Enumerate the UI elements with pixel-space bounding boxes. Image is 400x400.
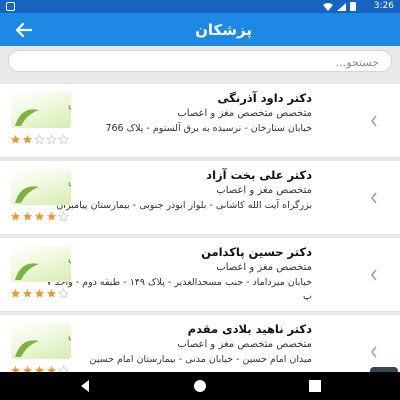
leaf-icon (15, 340, 39, 357)
chevron-left-icon (371, 192, 377, 204)
logo-graphic: آنسین (15, 97, 71, 126)
clinic-logo: آنسین (11, 246, 71, 282)
doctor-card[interactable]: دکتر علی بخت آزاد متخصص مغز و اعصاب بزرگ… (0, 161, 400, 235)
leaf-icon (15, 263, 39, 280)
chevron-left-icon (371, 269, 377, 281)
doctor-address: خیابان میرداماد - جنب مسجدالغدیر - پلاک … (46, 277, 313, 302)
logo-graphic: آنسین (15, 174, 71, 203)
search-input[interactable] (9, 52, 391, 73)
search-bar[interactable] (8, 50, 392, 73)
doctor-address: میدان امام حسین - خیابان مدنی - بیمارستا… (89, 354, 312, 365)
notification-icon (6, 2, 15, 11)
logo-text: آنسین (68, 251, 71, 264)
signal-icon (337, 2, 346, 11)
clinic-logo: آنسین (11, 169, 71, 205)
doctor-name: دکتر علی بخت آزاد (206, 168, 312, 182)
logo-graphic: آنسین (15, 328, 71, 357)
page-title: پزشکان (195, 21, 252, 39)
back-arrow-icon[interactable] (14, 20, 34, 40)
doctor-info: دکتر حسین پاکدامن متخصص مغز و اعصاب خیاب… (44, 244, 313, 304)
doctor-specialty: متخصص متخصص مغز و اعصاب (177, 339, 312, 350)
status-time: 3:26 (373, 1, 394, 11)
doctor-card[interactable]: دکتر داود آذرنگی متخصص متخصص مغز و اعصاب… (0, 84, 400, 158)
star-empty-icon (34, 134, 45, 145)
doctor-address: بزرگراه آیت الله کاشانی - بلوار ابوذر جن… (56, 200, 312, 211)
rating-stars (10, 211, 69, 222)
clinic-logo: آنسین (11, 92, 71, 128)
wifi-icon (323, 2, 333, 11)
clinic-logo: آنسین (11, 323, 71, 359)
logo-text: آنسین (68, 328, 71, 341)
star-filled-icon (34, 288, 45, 298)
status-bar: 3:26 (0, 0, 400, 13)
app-bar: پزشکان (0, 13, 400, 46)
doctor-name: دکتر ناهید بلادی مقدم (187, 322, 312, 336)
doctor-address: خیابان ستارخان - نرسیده به برق آلستوم - … (105, 123, 312, 134)
battery-icon (350, 2, 356, 11)
star-empty-icon (46, 134, 57, 145)
star-filled-icon (22, 134, 33, 144)
star-filled-icon (34, 211, 45, 221)
leaf-icon (15, 186, 39, 203)
rating-stars (10, 288, 69, 299)
star-filled-icon (10, 211, 21, 221)
nav-home-icon[interactable] (193, 379, 207, 393)
chevron-left-icon (371, 346, 377, 358)
doctor-specialty: متخصص متخصص مغز و اعصاب (177, 108, 312, 119)
star-filled-icon (10, 134, 21, 144)
doctor-card[interactable]: دکتر حسین پاکدامن متخصص مغز و اعصاب خیاب… (0, 238, 400, 312)
doctor-name: دکتر حسین پاکدامن (201, 245, 312, 259)
chevron-left-icon (371, 115, 377, 127)
star-empty-icon (58, 211, 69, 222)
doctor-info: دکتر ناهید بلادی مقدم متخصص متخصص مغز و … (44, 321, 312, 367)
nav-back-icon[interactable] (78, 379, 92, 393)
star-empty-icon (58, 134, 69, 145)
logo-text: آنسین (68, 174, 71, 187)
rating-stars (10, 134, 69, 145)
doctor-info: دکتر علی بخت آزاد متخصص مغز و اعصاب بزرگ… (44, 167, 312, 213)
doctor-specialty: متخصص مغز و اعصاب (216, 262, 312, 273)
doctor-name: دکتر داود آذرنگی (217, 91, 312, 105)
star-filled-icon (10, 288, 21, 298)
logo-text: آنسین (68, 97, 71, 110)
navigation-bar (0, 372, 400, 400)
star-empty-icon (58, 288, 69, 299)
doctor-info: دکتر داود آذرنگی متخصص متخصص مغز و اعصاب… (44, 90, 312, 136)
star-filled-icon (46, 211, 57, 221)
doctor-specialty: متخصص مغز و اعصاب (216, 185, 312, 196)
star-filled-icon (22, 211, 33, 221)
logo-graphic: آنسین (15, 251, 71, 280)
star-filled-icon (46, 288, 57, 298)
star-filled-icon (22, 288, 33, 298)
status-icons (323, 2, 356, 11)
leaf-icon (15, 109, 39, 126)
nav-recent-icon[interactable] (308, 379, 322, 393)
notification-icons (6, 2, 15, 11)
